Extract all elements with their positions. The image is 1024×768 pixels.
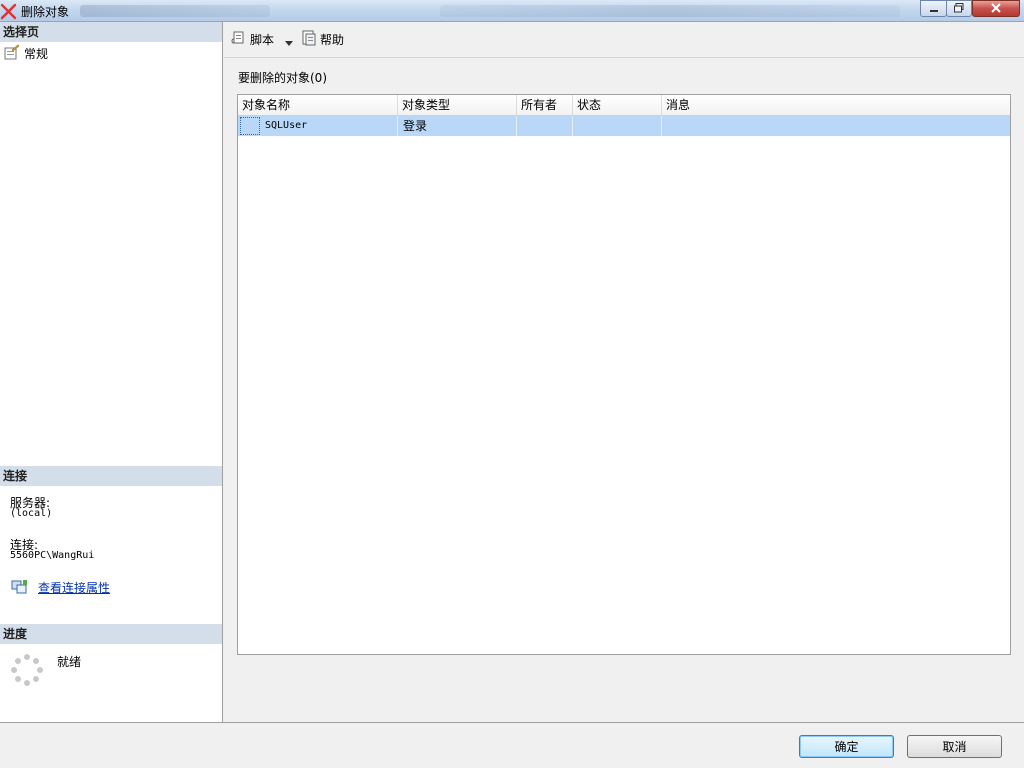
object-name-cell: SQLUser bbox=[260, 116, 398, 136]
help-button[interactable]: 帮助 bbox=[301, 30, 344, 49]
column-header[interactable]: 所有者 bbox=[517, 95, 573, 115]
delete-x-icon bbox=[0, 2, 18, 20]
column-header[interactable]: 对象名称 bbox=[238, 95, 398, 115]
maximize-button[interactable] bbox=[946, 0, 972, 17]
title-blur-region bbox=[80, 5, 270, 17]
row-checkbox[interactable] bbox=[240, 117, 260, 135]
help-icon bbox=[301, 30, 317, 49]
main-panel: 脚本 帮助 要删除的对象(0) 对象名称 对象类型 所有者 状态 消息 SQLU… bbox=[224, 22, 1024, 722]
close-button[interactable] bbox=[972, 0, 1020, 17]
objects-caption: 要删除的对象(0) bbox=[238, 71, 327, 85]
connection-value: 5560PC\WangRui bbox=[10, 550, 95, 561]
spinner-icon bbox=[10, 653, 44, 690]
progress-header: 进度 bbox=[0, 624, 222, 644]
connection-properties-icon bbox=[11, 579, 29, 598]
ok-button[interactable]: 确定 bbox=[799, 735, 894, 758]
script-dropdown-chevron-down-icon[interactable] bbox=[285, 35, 293, 49]
message-cell bbox=[662, 116, 1010, 136]
progress-status: 就绪 bbox=[57, 655, 82, 669]
connection-header: 连接 bbox=[0, 466, 222, 486]
view-connection-properties-link[interactable]: 查看连接属性 bbox=[38, 579, 110, 596]
script-icon bbox=[231, 30, 247, 49]
server-value: (local) bbox=[10, 508, 53, 519]
status-cell bbox=[573, 116, 662, 136]
column-header[interactable]: 对象类型 bbox=[398, 95, 517, 115]
table-header: 对象名称 对象类型 所有者 状态 消息 bbox=[238, 95, 1010, 116]
help-label: 帮助 bbox=[320, 33, 345, 47]
window-title: 删除对象 bbox=[21, 5, 70, 19]
column-header[interactable]: 消息 bbox=[662, 95, 1010, 115]
select-page-header: 选择页 bbox=[0, 22, 222, 42]
close-icon bbox=[990, 2, 1002, 16]
cancel-button[interactable]: 取消 bbox=[907, 735, 1002, 758]
page-item-label: 常规 bbox=[24, 47, 49, 61]
left-panel: 选择页 常规 连接 服务器: (local) 连接: 5560PC\WangRu… bbox=[0, 22, 223, 722]
owner-cell bbox=[517, 116, 573, 136]
dialog-button-bar: 确定 取消 bbox=[0, 722, 1024, 768]
maximize-icon bbox=[954, 2, 964, 16]
script-button[interactable]: 脚本 bbox=[231, 30, 274, 49]
table-row[interactable]: SQLUser 登录 bbox=[238, 116, 1010, 136]
page-item-general[interactable]: 常规 bbox=[4, 44, 48, 63]
minimize-button[interactable] bbox=[920, 0, 947, 17]
script-label: 脚本 bbox=[250, 33, 275, 47]
toolbar-divider bbox=[224, 57, 1024, 58]
title-blur-region-2 bbox=[440, 5, 900, 17]
objects-table: 对象名称 对象类型 所有者 状态 消息 SQLUser 登录 bbox=[237, 94, 1011, 655]
page-settings-icon bbox=[4, 44, 20, 63]
minimize-icon bbox=[929, 2, 939, 16]
toolbar: 脚本 帮助 bbox=[224, 22, 1024, 56]
title-bar: 删除对象 bbox=[0, 0, 1024, 22]
column-header[interactable]: 状态 bbox=[573, 95, 662, 115]
object-type-cell: 登录 bbox=[398, 116, 517, 136]
